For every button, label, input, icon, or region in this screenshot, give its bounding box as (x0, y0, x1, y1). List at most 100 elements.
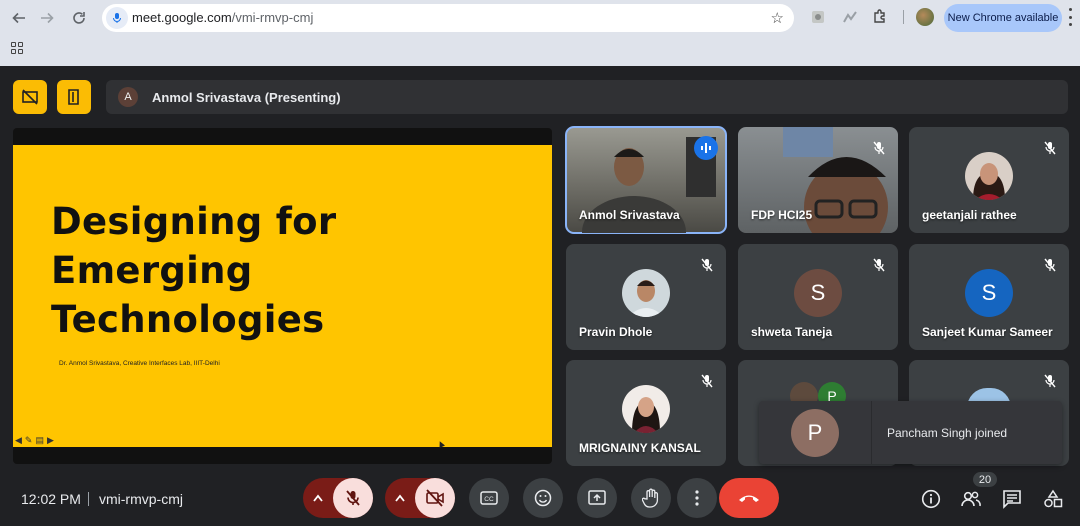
new-chrome-available-button[interactable]: New Chrome available (944, 4, 1062, 32)
present-now-button[interactable] (577, 478, 617, 518)
pip-window-button[interactable] (57, 80, 91, 114)
mouse-cursor-icon (437, 440, 445, 448)
mic-control-group (303, 478, 373, 518)
participant-avatar-photo (965, 152, 1013, 200)
call-end-icon (739, 495, 759, 502)
hand-icon (642, 488, 659, 508)
participant-name: Pravin Dhole (579, 325, 653, 339)
analytics-extension-icon[interactable] (840, 7, 860, 27)
participant-tile[interactable]: Anmol Srivastava (565, 126, 727, 234)
chevron-up-icon (395, 494, 405, 502)
slide-menu-icon[interactable]: ▤ (35, 435, 44, 445)
slide-title-line: Emerging (51, 249, 253, 292)
toast-avatar: P (791, 409, 839, 457)
people-count-badge: 20 (973, 472, 997, 487)
participant-avatar-letter: S (794, 269, 842, 317)
people-icon (961, 491, 981, 507)
profile-avatar[interactable] (915, 7, 935, 27)
mic-off-icon (1039, 254, 1061, 276)
more-options-button[interactable] (677, 478, 717, 518)
browser-toolbar: meet.google.com/vmi-rmvp-cmj ☆ New Chrom… (0, 0, 1080, 66)
participant-tile[interactable]: Pravin Dhole (566, 244, 726, 350)
back-arrow-icon (12, 12, 25, 24)
slide-next-icon[interactable]: ▶ (47, 435, 54, 445)
participant-avatar-letter: S (965, 269, 1013, 317)
participant-tile[interactable]: S shweta Taneja (738, 244, 898, 350)
toast-message: Pancham Singh joined (887, 426, 1008, 440)
presenting-banner: A Anmol Srivastava (Presenting) (106, 80, 1068, 114)
audio-settings-button[interactable] (303, 478, 333, 518)
slide-navigation[interactable]: ◀ ✎ ▤ ▶ (15, 435, 54, 445)
mic-off-icon (696, 370, 718, 392)
presentation-hide-button[interactable] (13, 80, 47, 114)
slide-title-line: Technologies (51, 298, 325, 341)
back-button[interactable] (7, 6, 31, 30)
participant-avatar-photo (622, 269, 670, 317)
door-exit-icon (68, 89, 79, 105)
bottom-separator (88, 492, 89, 506)
participant-name: Sanjeet Kumar Sameer (922, 325, 1053, 339)
presenting-label: Anmol Srivastava (Presenting) (152, 90, 341, 105)
activities-button[interactable] (1041, 487, 1065, 511)
url-path: /vmi-rmvp-cmj (231, 10, 314, 25)
leave-call-button[interactable] (719, 478, 779, 518)
participant-tile[interactable]: MRIGNAINY KANSAL (566, 360, 726, 466)
presentation-slide: Designing for Emerging Technologies Dr. … (13, 145, 552, 448)
slide-byline: Dr. Anmol Srivastava, Creative Interface… (59, 360, 220, 367)
more-vert-icon (695, 490, 699, 506)
toolbar-divider (902, 7, 904, 27)
apps-grid-icon[interactable] (11, 42, 23, 54)
chat-button[interactable] (1000, 487, 1024, 511)
reactions-button[interactable] (523, 478, 563, 518)
address-bar[interactable]: meet.google.com/vmi-rmvp-cmj ☆ (102, 4, 794, 32)
present-off-icon (22, 89, 38, 105)
browser-menu-icon[interactable] (1064, 8, 1076, 26)
camera-off-icon (426, 489, 444, 507)
slide-title-line: Designing for (51, 200, 337, 243)
raise-hand-button[interactable] (631, 478, 671, 518)
participant-name: shweta Taneja (751, 325, 833, 339)
participant-tile[interactable]: geetanjali rathee (909, 127, 1069, 233)
video-settings-button[interactable] (385, 478, 415, 518)
mic-toggle-button[interactable] (333, 478, 373, 518)
mic-off-icon (346, 490, 360, 506)
participant-tile[interactable]: S Sanjeet Kumar Sameer (909, 244, 1069, 350)
people-button[interactable] (959, 487, 983, 511)
meeting-code: vmi-rmvp-cmj (99, 491, 183, 507)
reload-button[interactable] (67, 6, 91, 30)
captions-button[interactable]: CC (469, 478, 509, 518)
extension-icon[interactable] (808, 7, 828, 27)
slide-prev-icon[interactable]: ◀ (15, 435, 22, 445)
mic-off-icon (1039, 137, 1061, 159)
participant-joined-toast: P Pancham Singh joined (759, 401, 1062, 464)
camera-toggle-button[interactable] (415, 478, 455, 518)
shapes-icon (1044, 489, 1063, 508)
meeting-details-button[interactable] (919, 487, 943, 511)
speaking-indicator-icon (694, 136, 718, 160)
mic-off-icon (868, 137, 890, 159)
camera-control-group (385, 478, 455, 518)
participant-avatar-photo (622, 385, 670, 433)
info-icon (921, 489, 941, 509)
emoji-icon (534, 489, 552, 507)
forward-button[interactable] (35, 6, 59, 30)
slide-title: Designing for Emerging Technologies (51, 197, 336, 344)
chevron-up-icon (313, 494, 323, 502)
slide-pen-icon[interactable]: ✎ (25, 435, 33, 445)
participant-name: FDP HCI25 (751, 208, 813, 222)
participant-name: MRIGNAINY KANSAL (579, 441, 701, 455)
participant-name: geetanjali rathee (922, 208, 1017, 222)
url-host: meet.google.com (132, 10, 232, 25)
participant-name: Anmol Srivastava (579, 208, 680, 222)
bookmark-star-icon[interactable]: ☆ (771, 9, 784, 27)
closed-captions-icon: CC (480, 491, 498, 505)
chat-icon (1003, 490, 1021, 509)
site-info-icon[interactable] (106, 7, 128, 29)
forward-arrow-icon (41, 12, 54, 24)
present-screen-icon (588, 490, 606, 505)
url-text: meet.google.com/vmi-rmvp-cmj (132, 10, 313, 25)
extensions-puzzle-icon[interactable] (870, 7, 890, 27)
mic-off-icon (696, 254, 718, 276)
participant-tile[interactable]: FDP HCI25 (738, 127, 898, 233)
presenter-avatar: A (118, 87, 138, 107)
